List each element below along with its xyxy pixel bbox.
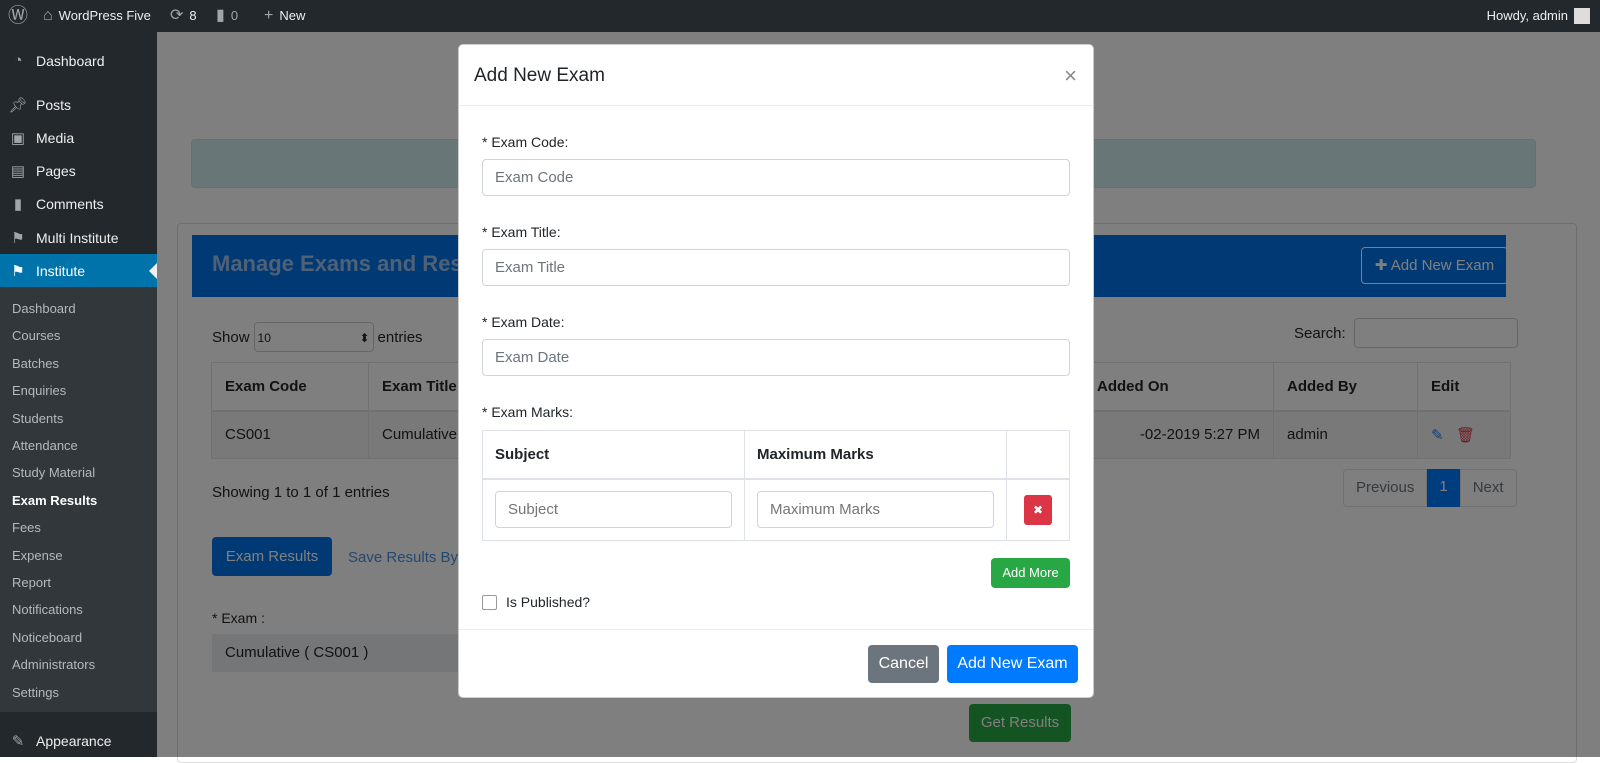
updates-count: 8 bbox=[189, 8, 197, 23]
submenu-item-expense[interactable]: Expense bbox=[12, 548, 63, 563]
submenu-item-noticeboard[interactable]: Noticeboard bbox=[12, 630, 82, 645]
submenu-item-settings[interactable]: Settings bbox=[12, 685, 59, 700]
sidebar-item-comments[interactable]: ▮ Comments bbox=[0, 187, 157, 220]
submenu-item-exam-results[interactable]: Exam Results bbox=[12, 493, 97, 508]
exam-date-label: * Exam Date: bbox=[482, 314, 565, 330]
graduation-cap-icon: ⚑ bbox=[11, 229, 25, 247]
wordpress-logo-icon[interactable]: Ⓦ bbox=[8, 0, 28, 32]
label: Institute bbox=[36, 262, 86, 279]
comment-icon: ▮ bbox=[13, 195, 23, 213]
site-link[interactable]: ⌂ WordPress Five bbox=[43, 0, 151, 32]
exam-title-input[interactable] bbox=[482, 249, 1070, 286]
comments-link[interactable]: ▮ 0 bbox=[216, 0, 238, 32]
col-max-marks: Maximum Marks bbox=[744, 430, 1007, 480]
sidebar-item-dashboard[interactable]: ◔ Dashboard bbox=[0, 44, 157, 77]
pin-icon: 📌︎ bbox=[8, 96, 28, 114]
label: Media bbox=[36, 129, 75, 146]
account-menu[interactable]: Howdy, admin bbox=[1487, 0, 1590, 32]
marks-row: ✖ bbox=[482, 478, 1070, 541]
submenu-item-attendance[interactable]: Attendance bbox=[12, 438, 78, 453]
updates-link[interactable]: ⟳ 8 bbox=[170, 0, 197, 32]
submenu-item-administrators[interactable]: Administrators bbox=[12, 657, 95, 672]
sidebar-item-posts[interactable]: 📌︎ Posts bbox=[0, 88, 157, 121]
exam-title-label: * Exam Title: bbox=[482, 224, 561, 240]
gauge-icon: ◔ bbox=[13, 52, 23, 69]
home-icon: ⌂ bbox=[43, 7, 53, 24]
add-exam-modal: Add New Exam × * Exam Code: * Exam Title… bbox=[458, 44, 1094, 698]
exam-date-input[interactable] bbox=[482, 339, 1070, 376]
comments-count: 0 bbox=[230, 8, 239, 23]
published-label: Is Published? bbox=[506, 594, 591, 610]
submenu-item-study-material[interactable]: Study Material bbox=[12, 465, 95, 480]
submenu-item-enquiries[interactable]: Enquiries bbox=[12, 383, 66, 398]
max-marks-input[interactable] bbox=[757, 491, 994, 529]
published-checkbox[interactable] bbox=[482, 594, 497, 610]
label: Posts bbox=[36, 96, 72, 113]
comment-icon: ▮ bbox=[216, 7, 225, 24]
marks-table: SubjectMaximum Marks ✖ bbox=[482, 430, 1070, 541]
sidebar-item-institute[interactable]: ⚑ Institute bbox=[0, 254, 157, 287]
refresh-icon: ⟳ bbox=[170, 7, 184, 24]
cancel-button[interactable]: Cancel bbox=[868, 645, 939, 683]
submenu-item-dashboard[interactable]: Dashboard bbox=[12, 301, 76, 316]
sidebar-item-pages[interactable]: ▤ Pages bbox=[0, 154, 157, 187]
sidebar-item-appearance[interactable]: ✎ Appearance bbox=[0, 724, 157, 757]
new-link[interactable]: + New bbox=[264, 0, 305, 32]
label: Comments bbox=[36, 195, 104, 212]
brush-icon: ✎ bbox=[11, 732, 25, 750]
sidebar: ◔ Dashboard 📌︎ Posts ▣ Media ▤ Pages ▮ Commen… bbox=[0, 32, 157, 757]
institute-submenu: Dashboard Courses Batches Enquiries Students… bbox=[0, 287, 157, 712]
admin-bar: Ⓦ ⌂ WordPress Five ⟳ 8 ▮ 0 + New Howdy, admi… bbox=[0, 0, 1600, 32]
exam-code-label: * Exam Code: bbox=[482, 134, 569, 150]
close-icon[interactable]: × bbox=[1064, 63, 1077, 89]
subject-input[interactable] bbox=[495, 491, 732, 529]
label: Pages bbox=[36, 162, 76, 179]
site-name: WordPress Five bbox=[58, 8, 151, 23]
submenu-item-report[interactable]: Report bbox=[12, 575, 51, 590]
submenu-item-batches[interactable]: Batches bbox=[12, 356, 59, 371]
exam-marks-label: * Exam Marks: bbox=[482, 404, 574, 420]
sidebar-item-multi-institute[interactable]: ⚑ Multi Institute bbox=[0, 221, 157, 254]
modal-title: Add New Exam bbox=[459, 45, 1093, 106]
submenu-item-notifications[interactable]: Notifications bbox=[12, 602, 83, 617]
label: Appearance bbox=[36, 732, 112, 749]
submenu-item-students[interactable]: Students bbox=[12, 411, 63, 426]
graduation-cap-icon: ⚑ bbox=[11, 262, 25, 280]
remove-row-button[interactable]: ✖ bbox=[1024, 494, 1052, 525]
media-icon: ▣ bbox=[10, 129, 26, 147]
add-more-button[interactable]: Add More bbox=[991, 558, 1070, 588]
howdy-text: Howdy, admin bbox=[1486, 8, 1568, 23]
submenu-item-fees[interactable]: Fees bbox=[12, 520, 41, 535]
sidebar-item-media[interactable]: ▣ Media bbox=[0, 121, 157, 154]
plus-icon: + bbox=[264, 7, 274, 24]
col-subject: Subject bbox=[482, 430, 745, 480]
exam-code-input[interactable] bbox=[482, 159, 1070, 196]
avatar bbox=[1574, 8, 1590, 24]
label: Dashboard bbox=[36, 52, 105, 69]
label: Multi Institute bbox=[36, 229, 119, 246]
submenu-item-courses[interactable]: Courses bbox=[12, 328, 60, 343]
submit-add-exam-button[interactable]: Add New Exam bbox=[947, 645, 1078, 683]
pages-icon: ▤ bbox=[10, 162, 26, 180]
new-label: New bbox=[279, 8, 306, 23]
published-checkbox-row: Is Published? bbox=[482, 594, 590, 610]
